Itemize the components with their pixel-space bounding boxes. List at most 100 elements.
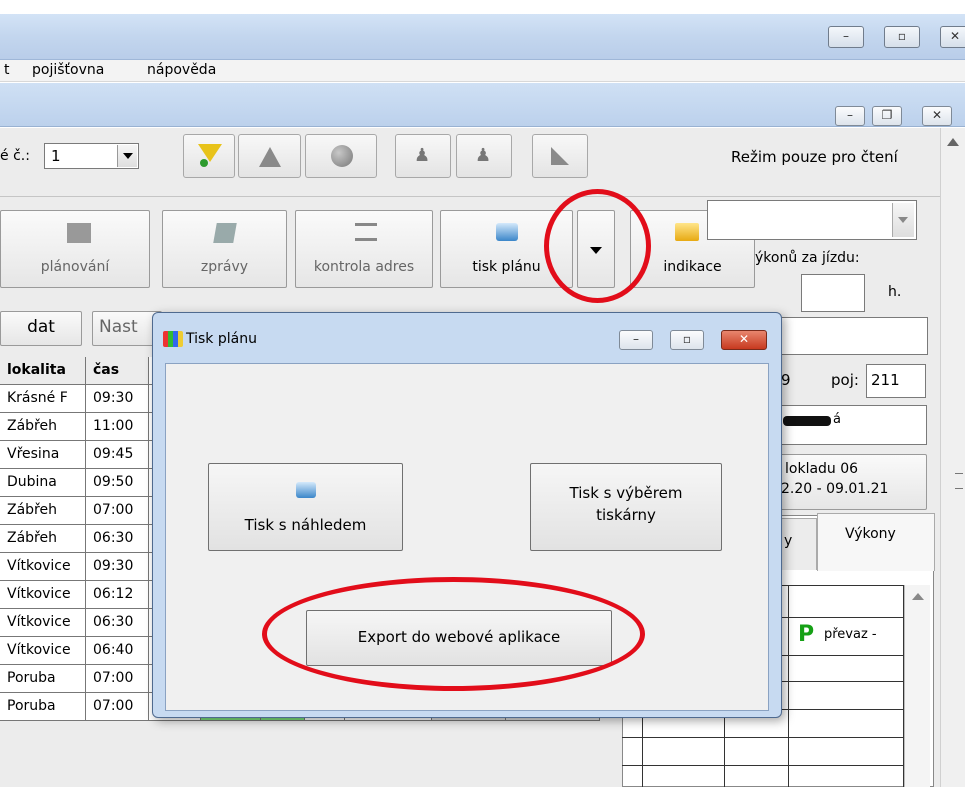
add-button[interactable]: dat: [0, 311, 82, 346]
minimize-icon: –: [633, 332, 639, 346]
close-icon: ✕: [931, 108, 943, 122]
hours-input[interactable]: [801, 274, 865, 312]
hours-unit: h.: [888, 284, 902, 300]
cell-cas: 06:12: [86, 581, 149, 609]
highlight-ellipse-export: [262, 577, 645, 691]
splitter-grip-icon: [955, 473, 963, 489]
ruler-icon: [551, 147, 569, 165]
print-select-line2: tiskárny: [596, 506, 656, 524]
close-icon: ✕: [738, 332, 750, 346]
cell-cas: 06:40: [86, 637, 149, 665]
print-preview-button[interactable]: Tisk s náhledem: [208, 463, 403, 551]
document-button[interactable]: lokladu 06 2.20 - 09.01.21: [780, 454, 927, 510]
poj-input[interactable]: 211: [866, 364, 926, 398]
circle-button[interactable]: [305, 134, 377, 178]
tab-y-label: y: [784, 533, 793, 549]
list-icon: [355, 223, 377, 241]
restore-icon: ❐: [881, 108, 893, 122]
cell-lokalita: Poruba: [0, 693, 86, 721]
dialog-title: Tisk plánu: [186, 331, 257, 347]
right-select[interactable]: [707, 200, 917, 240]
menu-item-napoveda[interactable]: nápověda: [147, 62, 216, 78]
chevron-down-icon: [123, 153, 133, 159]
dropdown-button[interactable]: [117, 145, 137, 167]
close-button[interactable]: ✕: [940, 26, 965, 48]
close-icon: ✕: [949, 29, 961, 43]
maximize-button[interactable]: ▫: [884, 26, 920, 48]
mdi-restore-button[interactable]: ❐: [872, 106, 902, 126]
add-button-label: dat: [27, 317, 55, 337]
cell-cas: 07:00: [86, 665, 149, 693]
readonly-mode-label: Režim pouze pro čtení: [731, 148, 898, 166]
parking-icon: P: [798, 622, 815, 647]
plan-number-value: 1: [51, 147, 61, 165]
messages-button[interactable]: zprávy: [162, 210, 287, 288]
cell-lokalita: Zábřeh: [0, 413, 86, 441]
cell-lokalita: Krásné F: [0, 385, 86, 413]
mdi-minimize-button[interactable]: –: [835, 106, 865, 126]
cell-lokalita: Vítkovice: [0, 581, 86, 609]
ruler-button[interactable]: [532, 134, 588, 178]
patient-name-field: á: [780, 405, 927, 445]
redacted-name-block: [783, 416, 831, 426]
scroll-up-icon: [947, 138, 959, 146]
cell-lokalita: Poruba: [0, 665, 86, 693]
mdi-close-button[interactable]: ✕: [922, 106, 952, 126]
tab-vykony[interactable]: Výkony: [817, 513, 935, 571]
cell-lokalita: Vítkovice: [0, 609, 86, 637]
main-title-bar: – ▫ ✕: [0, 14, 965, 60]
print-select-line1: Tisk s výběrem: [569, 484, 683, 502]
messages-label: zprávy: [200, 259, 249, 275]
planning-label: plánování: [40, 259, 110, 275]
cell-lokalita: Zábřeh: [0, 525, 86, 553]
print-select-printer-button[interactable]: Tisk s výběrem tiskárny: [530, 463, 722, 551]
dropdown-button[interactable]: [892, 203, 914, 237]
cell-lokalita: Dubina: [0, 469, 86, 497]
filter-button[interactable]: [183, 134, 235, 178]
planning-icon: [67, 223, 91, 243]
circle-icon: [331, 145, 353, 167]
planning-button[interactable]: plánování: [0, 210, 150, 288]
tab-vykony-label: Výkony: [845, 526, 896, 542]
minimize-icon: –: [843, 29, 849, 43]
chevron-down-icon: [898, 217, 908, 223]
cell-lokalita: Vítkovice: [0, 553, 86, 581]
poj-left-value: 9: [781, 371, 791, 389]
right-table-scrollbar[interactable]: [904, 585, 930, 787]
maximize-icon: ▫: [682, 332, 692, 346]
menu-item-pojistovna[interactable]: pojišťovna: [32, 62, 104, 78]
poj-value: 211: [871, 371, 900, 389]
cell-cas: 09:50: [86, 469, 149, 497]
menu-item-t[interactable]: t: [4, 62, 10, 78]
highlight-ellipse-dropdown: [544, 189, 651, 303]
add-person-icon: ♟: [414, 145, 431, 166]
column-header-lokalita[interactable]: lokalita: [0, 357, 86, 385]
cell-cas: 07:00: [86, 497, 149, 525]
column-header-cas[interactable]: čas: [86, 357, 149, 385]
address-check-button[interactable]: kontrola adres: [295, 210, 433, 288]
cell-cas: 09:45: [86, 441, 149, 469]
plan-number-select[interactable]: 1: [44, 143, 139, 169]
patient-name-suffix: á: [833, 412, 841, 427]
document-line2: 2.20 - 09.01.21: [781, 481, 889, 497]
plan-number-label: é č.:: [0, 148, 30, 164]
remove-person-button[interactable]: ♟: [456, 134, 512, 178]
dialog-close-button[interactable]: ✕: [721, 330, 767, 350]
poj-label: poj:: [831, 371, 859, 389]
cell-cas: 06:30: [86, 609, 149, 637]
indication-label: indikace: [663, 259, 722, 275]
minimize-button[interactable]: –: [828, 26, 864, 48]
add-person-button[interactable]: ♟: [395, 134, 451, 178]
cell-lokalita: Vřesina: [0, 441, 86, 469]
maximize-icon: ▫: [897, 29, 907, 43]
mdi-title-bar: – ❐ ✕: [0, 83, 965, 127]
triangle-button[interactable]: [238, 134, 301, 178]
vertical-scrollbar[interactable]: [940, 128, 965, 787]
app-icon: [163, 331, 183, 347]
remove-person-icon: ♟: [475, 145, 492, 166]
right-text-field[interactable]: [780, 317, 928, 355]
dialog-minimize-button[interactable]: –: [619, 330, 653, 350]
dialog-maximize-button[interactable]: ▫: [670, 330, 704, 350]
scroll-up-icon: [912, 593, 924, 600]
filter-plus-icon: [200, 159, 208, 167]
